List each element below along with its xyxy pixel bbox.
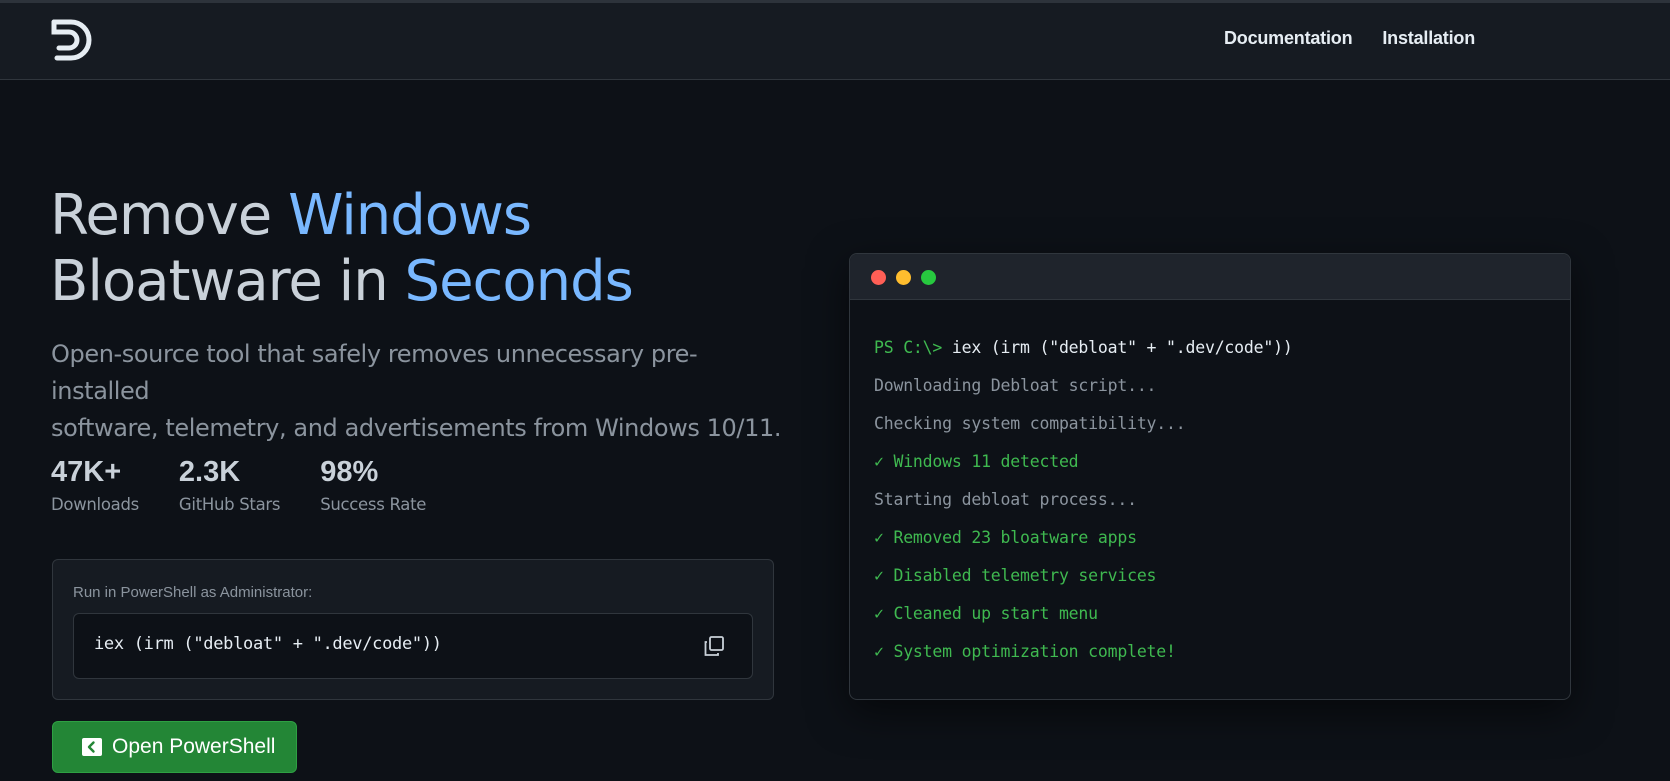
main-nav: Documentation Installation bbox=[1224, 28, 1475, 49]
close-dot-icon bbox=[871, 270, 886, 285]
command-label: Run in PowerShell as Administrator: bbox=[73, 584, 313, 601]
terminal-line: ✓ Removed 23 bloatware apps bbox=[874, 528, 1137, 547]
command-text[interactable]: iex (irm ("debloat" + ".dev/code")) bbox=[94, 634, 442, 654]
copy-icon[interactable] bbox=[702, 634, 726, 658]
stat-downloads: 47K+ Downloads bbox=[51, 455, 139, 514]
nav-documentation-link[interactable]: Documentation bbox=[1224, 28, 1353, 49]
powershell-icon bbox=[82, 738, 102, 756]
page: Documentation Installation Remove Window… bbox=[0, 0, 1670, 781]
terminal-line: ✓ Disabled telemetry services bbox=[874, 566, 1157, 585]
stat-label: GitHub Stars bbox=[178, 495, 281, 514]
stat-value: 47K+ bbox=[51, 456, 122, 488]
terminal-line: ✓ Windows 11 detected bbox=[874, 452, 1079, 471]
open-powershell-button[interactable]: Open PowerShell bbox=[52, 721, 297, 773]
hero-title-line2: Bloatware in Seconds bbox=[50, 249, 634, 314]
stat-label: Downloads bbox=[51, 495, 139, 514]
stats-row: 47K+ Downloads 2.3K GitHub Stars 98% Suc… bbox=[51, 455, 466, 514]
top-navbar: Documentation Installation bbox=[0, 0, 1670, 80]
maximize-dot-icon bbox=[921, 270, 936, 285]
nav-installation-link[interactable]: Installation bbox=[1382, 28, 1475, 49]
terminal-output: PS C:\> iex (irm ("debloat" + ".dev/code… bbox=[874, 329, 1293, 671]
hero-subtitle: Open-source tool that safely removes unn… bbox=[51, 340, 782, 442]
minimize-dot-icon bbox=[896, 270, 911, 285]
open-powershell-label: Open PowerShell bbox=[112, 735, 276, 758]
terminal-command: iex (irm ("debloat" + ".dev/code")) bbox=[951, 338, 1293, 357]
command-field[interactable]: iex (irm ("debloat" + ".dev/code")) bbox=[73, 613, 753, 679]
terminal-line: ✓ Cleaned up start menu bbox=[874, 604, 1098, 623]
hero-title-line1: Remove Windows bbox=[50, 183, 532, 248]
command-box: Run in PowerShell as Administrator: iex … bbox=[52, 559, 774, 700]
hero-title: Remove Windows Bloatware in Seconds bbox=[50, 183, 770, 315]
stat-label: Success Rate bbox=[320, 495, 427, 514]
stat-value: 98% bbox=[320, 456, 379, 488]
terminal-command-line: PS C:\> iex (irm ("debloat" + ".dev/code… bbox=[874, 329, 1293, 367]
terminal-titlebar bbox=[850, 254, 1570, 300]
terminal-line: Starting debloat process... bbox=[874, 490, 1137, 509]
stat-value: 2.3K bbox=[178, 456, 241, 488]
terminal-line: Downloading Debloat script... bbox=[874, 376, 1157, 395]
logo-icon[interactable] bbox=[51, 18, 93, 62]
stat-success-rate: 98% Success Rate bbox=[320, 455, 426, 514]
terminal-prompt: PS C:\> bbox=[874, 338, 952, 357]
terminal-line: Checking system compatibility... bbox=[874, 414, 1186, 433]
terminal-window: PS C:\> iex (irm ("debloat" + ".dev/code… bbox=[849, 253, 1571, 700]
stat-github-stars: 2.3K GitHub Stars bbox=[178, 455, 281, 514]
terminal-line: ✓ System optimization complete! bbox=[874, 642, 1176, 661]
